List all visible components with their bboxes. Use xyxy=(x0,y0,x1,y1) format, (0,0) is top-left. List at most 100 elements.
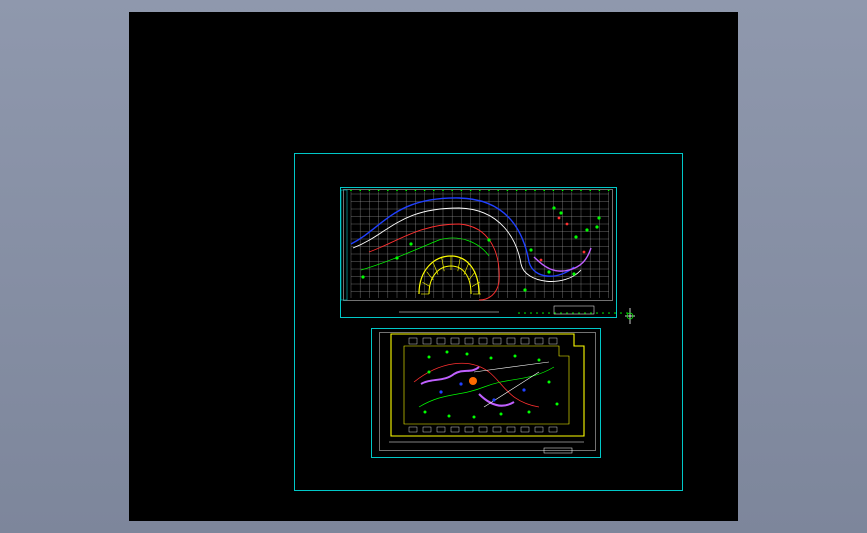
sheet-1-left-strip xyxy=(340,189,348,301)
grid-marker xyxy=(442,189,444,192)
fan-step xyxy=(468,271,476,281)
room-tick xyxy=(492,337,502,345)
north-arrow-icon xyxy=(625,308,635,324)
room-tick xyxy=(464,426,474,433)
curve-yellow-fan-outer xyxy=(418,255,480,295)
plant-symbol xyxy=(499,412,503,416)
grid-marker xyxy=(626,312,628,314)
grid-marker xyxy=(433,189,435,192)
sheet-1-title-block xyxy=(553,305,595,315)
sheet-2-magenta-stream-2 xyxy=(478,393,515,407)
plant-symbol-blue xyxy=(492,398,496,402)
sheet-2-inner-frame xyxy=(379,332,596,451)
grid-marker xyxy=(602,312,604,314)
room-tick xyxy=(422,426,432,433)
grid-marker xyxy=(451,189,454,192)
plant-symbol xyxy=(465,352,469,356)
sheet-1-grid xyxy=(350,192,609,298)
grid-marker xyxy=(534,189,536,192)
sheet-1-frame xyxy=(340,187,617,318)
grid-marker xyxy=(578,312,580,314)
grid-marker xyxy=(614,312,616,314)
plant-symbol xyxy=(409,242,413,246)
grid-marker xyxy=(548,312,550,314)
grid-marker xyxy=(368,189,371,192)
grid-marker xyxy=(572,312,574,314)
plant-symbol xyxy=(597,216,601,220)
grid-marker xyxy=(497,189,500,192)
grid-marker xyxy=(536,312,538,314)
plant-symbol xyxy=(552,206,556,210)
curve-blue-arc xyxy=(350,197,575,277)
grid-marker xyxy=(414,189,417,192)
grid-marker xyxy=(596,312,598,314)
grid-marker xyxy=(543,189,545,192)
landscape-plan-sheet[interactable] xyxy=(371,328,601,458)
plant-symbol xyxy=(487,238,491,242)
room-tick xyxy=(534,426,544,433)
grid-marker xyxy=(506,189,509,192)
room-tick xyxy=(408,426,418,433)
room-tick xyxy=(450,426,460,433)
grid-marker xyxy=(469,189,472,192)
site-plan-grid-sheet[interactable] xyxy=(340,187,628,318)
plant-symbol xyxy=(395,256,399,260)
drawing-canvas[interactable] xyxy=(129,12,738,521)
grid-marker xyxy=(566,312,568,314)
plant-symbol xyxy=(527,410,531,414)
fan-step xyxy=(422,281,431,287)
room-tick xyxy=(478,426,488,433)
cad-viewer-window xyxy=(0,0,867,533)
plant-symbol xyxy=(447,414,451,418)
plant-symbol xyxy=(361,275,365,279)
fan-step xyxy=(426,271,434,281)
plant-symbol xyxy=(427,355,431,359)
plant-symbol xyxy=(595,225,599,229)
plant-symbol xyxy=(523,288,527,292)
grid-marker xyxy=(423,189,426,192)
grid-marker xyxy=(396,189,398,192)
plant-symbol-red xyxy=(539,258,543,262)
room-tick xyxy=(450,337,460,345)
room-tick xyxy=(436,426,446,433)
plant-symbol xyxy=(547,380,551,384)
grid-marker xyxy=(524,312,526,314)
room-tick xyxy=(548,426,558,433)
plant-symbol-blue xyxy=(439,390,443,394)
sheet-2-yellow-walls xyxy=(390,333,585,437)
plant-symbol-red xyxy=(557,216,561,220)
grid-marker xyxy=(405,189,408,192)
plant-symbol-blue xyxy=(522,388,526,392)
grid-marker xyxy=(590,312,592,314)
grid-marker xyxy=(515,189,518,192)
room-tick xyxy=(506,426,516,433)
grid-marker xyxy=(580,189,582,192)
plant-symbol xyxy=(574,235,578,239)
room-tick xyxy=(534,337,544,345)
fan-step xyxy=(457,257,461,272)
grid-marker xyxy=(571,189,573,192)
room-tick xyxy=(506,337,516,345)
room-tick xyxy=(464,337,474,345)
grid-marker xyxy=(530,312,532,314)
room-tick xyxy=(520,426,530,433)
grid-marker xyxy=(359,189,361,192)
plant-symbol xyxy=(585,228,589,232)
grid-marker xyxy=(607,189,610,192)
plant-symbol xyxy=(472,415,476,419)
sheet-2-orange-feature xyxy=(469,377,477,385)
plant-symbol-red xyxy=(582,250,586,254)
plant-symbol xyxy=(489,356,493,360)
grid-marker xyxy=(598,189,601,192)
room-tick xyxy=(492,426,502,433)
grid-marker xyxy=(552,189,555,192)
plant-symbol-blue xyxy=(459,382,463,386)
sheet-2-frame xyxy=(371,328,601,458)
fan-steps xyxy=(421,256,481,295)
plant-symbol-red xyxy=(565,222,569,226)
grid-marker xyxy=(554,312,556,314)
grid-marker xyxy=(488,189,490,192)
grid-marker xyxy=(460,189,463,192)
room-tick xyxy=(478,337,488,345)
plant-symbol xyxy=(537,358,541,362)
